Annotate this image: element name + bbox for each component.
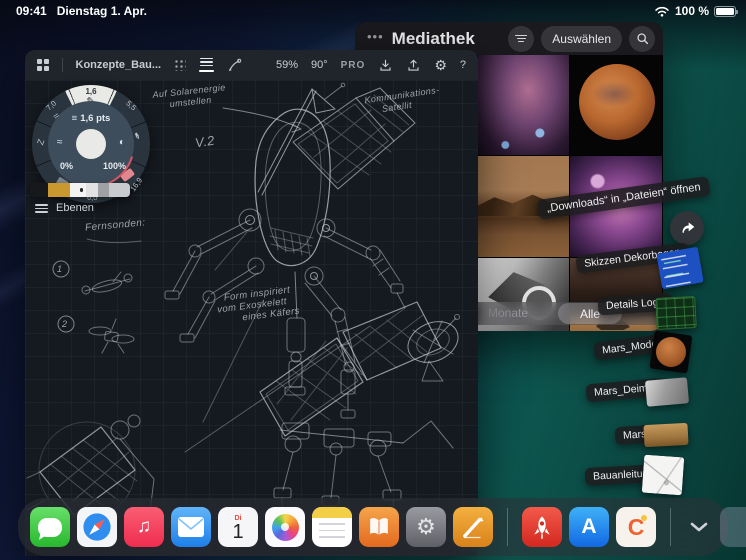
mediathek-title: Mediathek [391,28,475,48]
c-swirl-icon: C [627,513,645,540]
help-button[interactable]: ? [460,59,466,71]
dock-divider [507,508,508,546]
share-button[interactable] [670,211,704,245]
pressure-icon[interactable]: ≈ [57,137,63,148]
stroke-size-value: 1,6 pts [80,113,111,124]
dock-app-safari[interactable] [77,507,117,547]
dock-app-music[interactable]: ♫ [124,507,164,547]
gallery-grid-icon[interactable] [37,59,49,71]
thumb-mars-planet[interactable] [649,330,693,374]
stroke-icon: ≡ [71,113,78,124]
tab-monate[interactable]: Monate [488,306,528,320]
swatch-black[interactable] [30,183,48,197]
photo-thumbnail-mars-planet[interactable] [570,55,662,155]
export-icon[interactable] [406,58,421,73]
dock-app-concepts[interactable] [453,507,493,547]
zoom-level[interactable]: 59% [276,59,298,71]
thumb-gray-moon[interactable] [644,377,690,407]
color-swatch-bar[interactable] [30,183,130,197]
filter-button[interactable] [508,25,535,52]
dock: ♫ Di 1 ⚙ A C [18,498,746,556]
dock-app-books[interactable] [359,507,399,547]
dock-app-calendar[interactable]: Di 1 [218,507,258,547]
appstore-a-icon: A [581,515,597,538]
music-note-icon: ♫ [136,516,152,537]
opacity-min-value: 0% [60,161,74,171]
settings-gear-icon[interactable]: ⚙ [434,57,447,74]
photos-flower-icon [271,513,299,541]
notes-header-strip [312,507,352,518]
mail-envelope-icon [178,517,204,537]
thumb-green-circuit[interactable] [655,295,697,331]
dock-app-settings[interactable]: ⚙ [406,507,446,547]
layers-icon [35,202,48,215]
swatch-midgray[interactable] [98,183,109,197]
battery-percent: 100 % [674,4,709,18]
annotation-probe-2: 2 [62,319,68,329]
status-bar: 09:41 Dienstag 1. Apr. 100 % [0,0,746,22]
swatch-lightgray[interactable] [86,183,98,197]
import-icon[interactable] [378,58,393,73]
search-icon [636,33,648,45]
dock-app-library[interactable] [720,507,746,547]
share-arrow-icon [682,222,695,234]
thumb-white-sketch[interactable] [641,454,685,496]
swatch-gray[interactable] [109,183,130,197]
dock-app-photos[interactable] [265,507,305,547]
status-time: 09:41 [16,4,47,18]
concepts-window: Konzepte_Bau... 59% 90° PRO ⚙ ? Auf Sola… [25,50,478,556]
status-date: Dienstag 1. Apr. [56,4,147,18]
battery-icon [714,5,738,17]
dock-app-c-swirl[interactable]: C [616,507,656,547]
safari-compass-icon [83,513,111,541]
ipad-screen: 09:41 Dienstag 1. Apr. 100 % ••• Mediath… [0,0,746,560]
layers-label: Ebenen [56,202,94,215]
books-open-book-icon [370,518,388,536]
document-title[interactable]: Konzepte_Bau... [76,59,162,71]
search-button[interactable] [629,25,655,52]
hatch-tool-icon[interactable]: Z [35,138,46,147]
grid-settings-icon[interactable] [174,59,187,71]
tool-wheel-inner[interactable]: ≡ 1,6 pts ≈ ◐ 0% 100% [48,101,134,187]
opacity-icon[interactable]: ◐ [119,137,125,148]
wifi-icon [655,6,669,17]
filter-icon [515,33,528,44]
dock-app-mail[interactable] [171,507,211,547]
vector-nib-icon[interactable] [227,58,242,73]
dock-app-notes[interactable] [312,507,352,547]
pro-badge[interactable]: PRO [341,60,366,71]
tool-wheel-center[interactable] [76,129,106,159]
photo-thumbnail-nebula[interactable] [478,55,569,155]
more-options-button[interactable]: ••• [367,29,384,44]
dock-app-appstore[interactable]: A [569,507,609,547]
concepts-toolbar: Konzepte_Bau... 59% 90° PRO ⚙ ? [25,50,478,80]
dock-divider [670,508,671,546]
messages-bubble-icon [38,517,62,537]
rocket-icon [534,516,550,539]
opacity-max-value: 100% [102,161,126,171]
thumb-blue-sticker[interactable] [656,246,704,290]
annotation-version: V.2 [193,132,216,151]
gear-icon: ⚙ [416,514,436,539]
dock-app-rocket[interactable] [522,507,562,547]
thumb-tan-landscape[interactable] [643,422,689,448]
pen-icon [463,517,484,539]
layers-panel-icon[interactable] [199,57,215,73]
rotation-angle[interactable]: 90° [311,59,328,71]
chevron-down-icon [690,522,708,532]
calendar-day: 1 [232,521,244,543]
swatch-white-selected[interactable] [70,183,86,197]
dock-app-messages[interactable] [30,507,70,547]
swatch-gold[interactable] [48,183,70,197]
select-button[interactable]: Auswählen [541,25,622,52]
layers-button[interactable]: Ebenen [35,202,94,215]
annotation-probe-1: 1 [57,264,63,274]
dock-chevron-button[interactable] [689,521,709,533]
